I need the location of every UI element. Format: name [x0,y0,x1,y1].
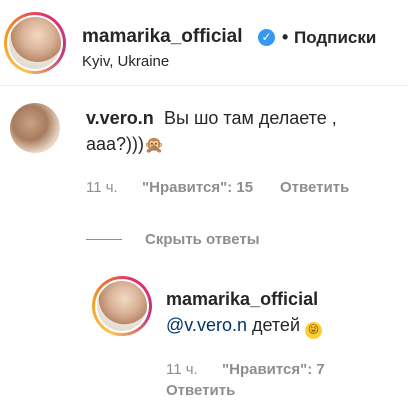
comment-text-line1: Вы шо там делаете , [164,108,337,128]
comment-timestamp[interactable]: 11 ч. [86,179,118,196]
author-avatar[interactable] [4,12,66,74]
separator-dot: • [282,27,289,47]
comment-text-line2: ааа?)))🙊 [86,134,164,155]
comment-reply-button[interactable]: Ответить [280,179,349,196]
comment-likes-button[interactable]: "Нравится": 15 [142,179,253,196]
reply-timestamp[interactable]: 11 ч. [166,361,198,378]
comment-text-line2-text: ааа?))) [86,134,145,154]
replies-divider-line [86,239,122,240]
reply-mention-link[interactable]: @v.vero.n [166,315,247,335]
post-location[interactable]: Kyiv, Ukraine [82,53,169,70]
reply-text: @v.vero.n детей 😜 [166,315,322,339]
winking-tongue-emoji-icon: 😜 [305,322,322,339]
reply-username[interactable]: mamarika_official [166,289,318,310]
post-header: mamarika_official ✓ • Подписки Kyiv, Ukr… [0,0,408,86]
reply-likes-button[interactable]: "Нравится": 7 [222,361,325,378]
reply-text-body: детей [246,315,305,335]
monkey-emoji-icon: 🙊 [144,137,164,154]
reply-reply-button[interactable]: Ответить [166,382,235,399]
hide-replies-button[interactable]: Скрыть ответы [145,231,260,248]
commenter-username[interactable]: v.vero.n [86,108,154,129]
author-username[interactable]: mamarika_official [82,26,243,48]
verified-badge-icon: ✓ [258,29,275,46]
reply-author-avatar[interactable] [92,276,152,336]
commenter-avatar[interactable] [10,103,60,153]
follow-status-button[interactable]: Подписки [294,28,376,48]
